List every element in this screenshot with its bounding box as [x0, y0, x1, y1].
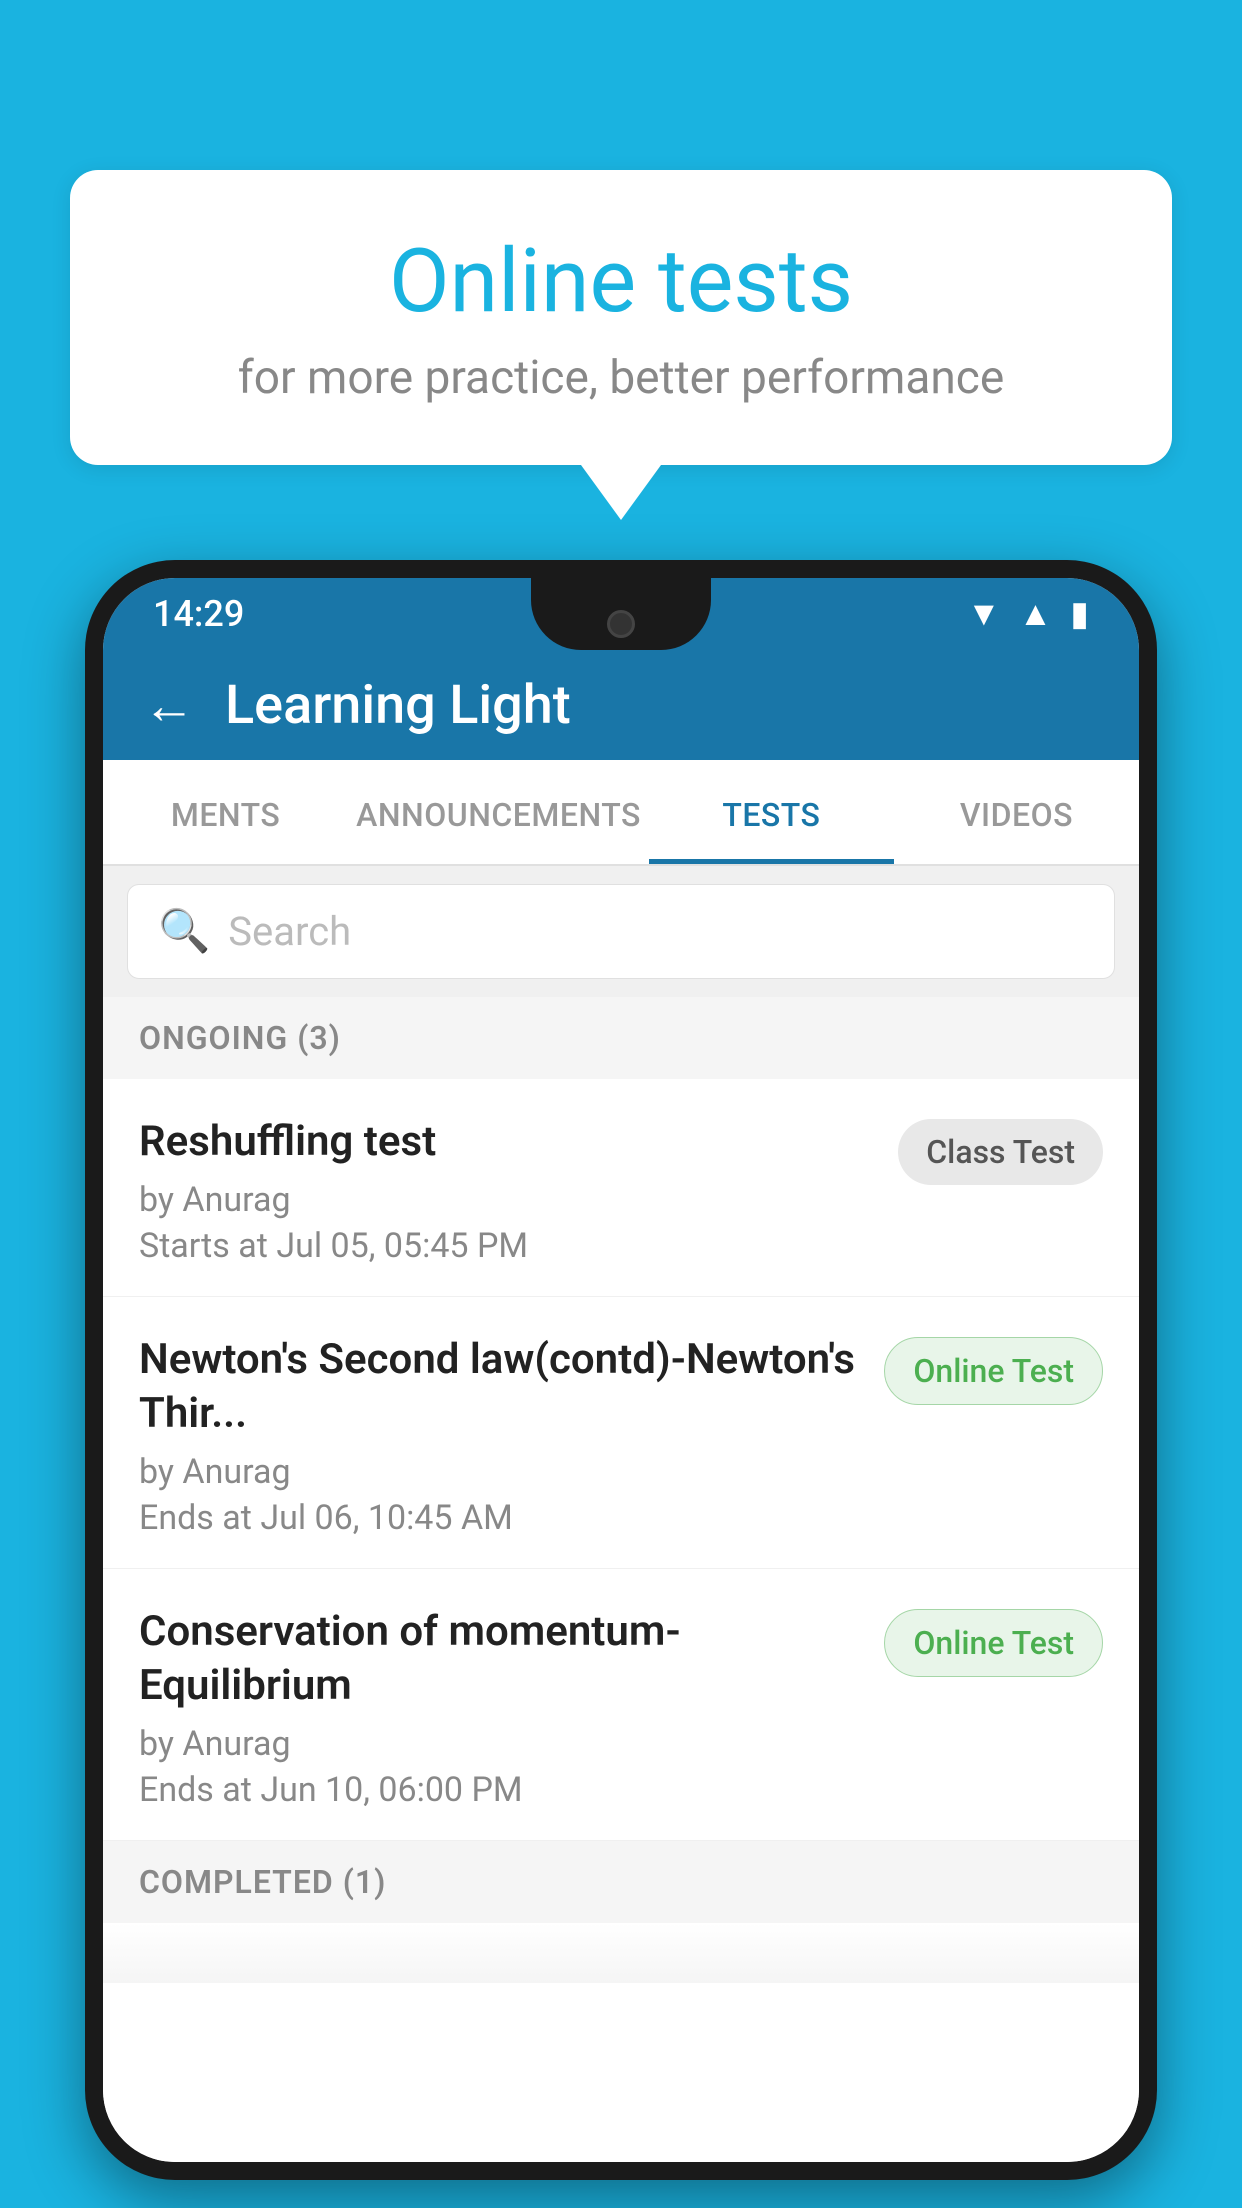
search-bar[interactable]: 🔍 Search [127, 884, 1115, 979]
bubble-subtitle: for more practice, better performance [150, 351, 1092, 405]
app-bar-title: Learning Light [225, 674, 571, 737]
test-list: Reshuffling test by Anurag Starts at Jul… [103, 1079, 1139, 2162]
test-date: Ends at Jun 10, 06:00 PM [139, 1770, 864, 1810]
bubble-title: Online tests [150, 230, 1092, 333]
test-badge-class: Class Test [898, 1119, 1103, 1185]
wifi-icon: ▼ [967, 594, 1001, 634]
test-info: Conservation of momentum-Equilibrium by … [139, 1605, 864, 1810]
signal-icon: ▲ [1019, 594, 1053, 634]
phone-mockup: 14:29 ▼ ▲ ▮ ← Learning Light MENTS ANNOU… [85, 560, 1157, 2208]
test-name: Conservation of momentum-Equilibrium [139, 1605, 864, 1714]
phone-notch [531, 578, 711, 650]
search-container: 🔍 Search [103, 866, 1139, 997]
phone-outer-shell: 14:29 ▼ ▲ ▮ ← Learning Light MENTS ANNOU… [85, 560, 1157, 2180]
test-badge-online: Online Test [884, 1337, 1103, 1405]
ongoing-section-header: ONGOING (3) [103, 997, 1139, 1079]
tab-announcements[interactable]: ANNOUNCEMENTS [348, 760, 649, 864]
test-by: by Anurag [139, 1724, 864, 1764]
tab-tests[interactable]: TESTS [649, 760, 894, 864]
search-placeholder: Search [228, 908, 351, 955]
speech-bubble-section: Online tests for more practice, better p… [70, 170, 1172, 520]
search-icon: 🔍 [158, 907, 210, 956]
battery-icon: ▮ [1070, 594, 1089, 634]
notch-camera [607, 610, 635, 638]
status-time: 14:29 [153, 593, 244, 635]
completed-section-header: COMPLETED (1) [103, 1841, 1139, 1923]
status-icons: ▼ ▲ ▮ [967, 594, 1089, 634]
test-date: Starts at Jul 05, 05:45 PM [139, 1226, 878, 1266]
bubble-arrow [581, 465, 661, 520]
phone-screen: 14:29 ▼ ▲ ▮ ← Learning Light MENTS ANNOU… [103, 578, 1139, 2162]
test-info: Newton's Second law(contd)-Newton's Thir… [139, 1333, 864, 1538]
test-name: Newton's Second law(contd)-Newton's Thir… [139, 1333, 864, 1442]
test-name: Reshuffling test [139, 1115, 878, 1170]
test-date: Ends at Jul 06, 10:45 AM [139, 1498, 864, 1538]
tabs-bar: MENTS ANNOUNCEMENTS TESTS VIDEOS [103, 760, 1139, 866]
tab-videos[interactable]: VIDEOS [894, 760, 1139, 864]
test-by: by Anurag [139, 1180, 878, 1220]
tab-ments[interactable]: MENTS [103, 760, 348, 864]
test-item[interactable]: Reshuffling test by Anurag Starts at Jul… [103, 1079, 1139, 1297]
test-by: by Anurag [139, 1452, 864, 1492]
test-badge-online: Online Test [884, 1609, 1103, 1677]
app-bar: ← Learning Light [103, 650, 1139, 760]
test-item[interactable]: Conservation of momentum-Equilibrium by … [103, 1569, 1139, 1841]
speech-bubble-card: Online tests for more practice, better p… [70, 170, 1172, 465]
test-info: Reshuffling test by Anurag Starts at Jul… [139, 1115, 878, 1266]
test-item[interactable]: Newton's Second law(contd)-Newton's Thir… [103, 1297, 1139, 1569]
back-button[interactable]: ← [143, 675, 195, 736]
bottom-fade [103, 1923, 1139, 1983]
